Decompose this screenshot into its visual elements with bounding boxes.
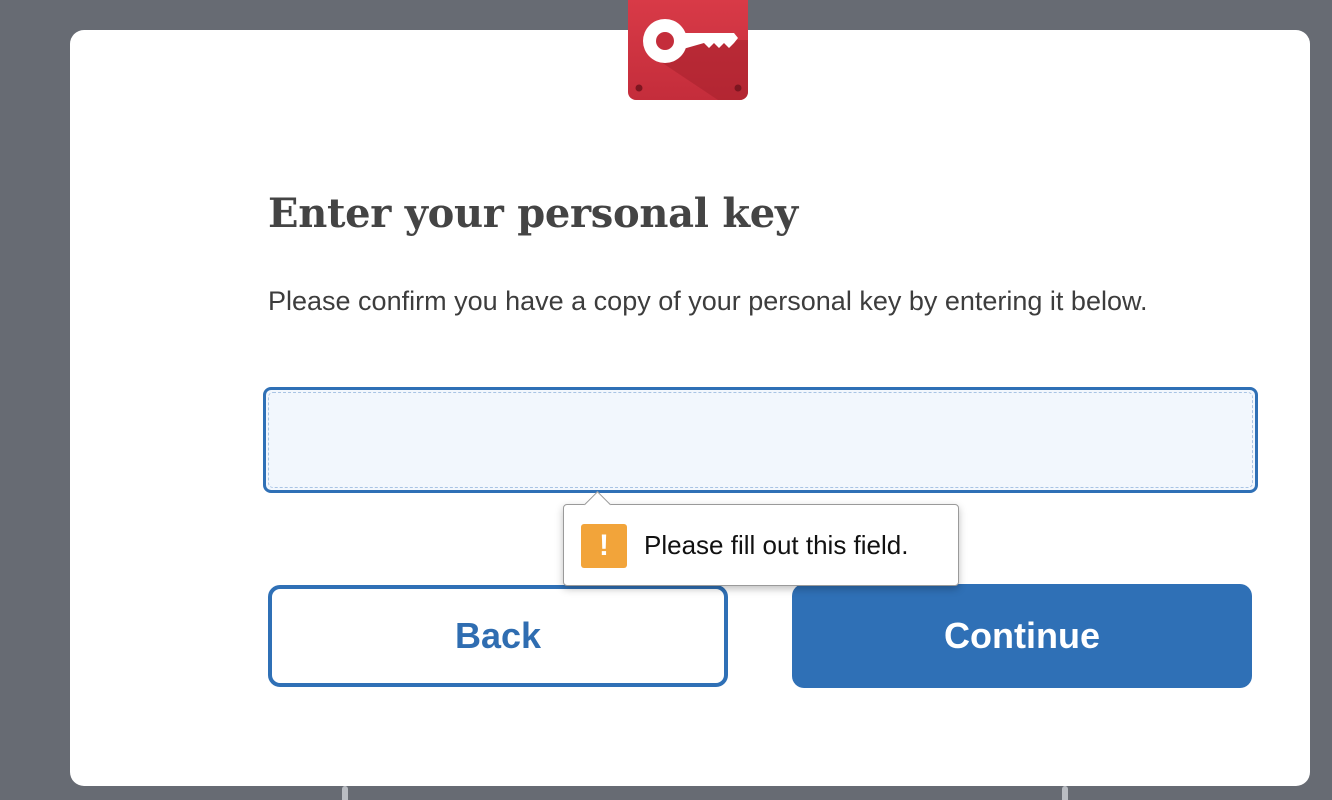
continue-button[interactable]: Continue [792,584,1252,688]
exclamation-icon: ! [581,524,627,568]
background-ghost-element [342,786,348,800]
validation-message: Please fill out this field. [644,530,909,560]
background-ghost-element [1062,786,1068,800]
personal-key-input[interactable] [263,387,1258,493]
key-icon [628,0,748,100]
personal-key-dialog: Enter your personal key Please confirm y… [70,30,1310,786]
instructions-text: Please confirm you have a copy of your p… [268,286,1148,316]
key-icon-graphic [635,19,748,100]
validation-tooltip: ! Please fill out this field. [563,491,959,586]
tooltip-arrow [584,491,611,518]
back-button[interactable]: Back [268,585,728,687]
page-title: Enter your personal key [268,190,798,237]
